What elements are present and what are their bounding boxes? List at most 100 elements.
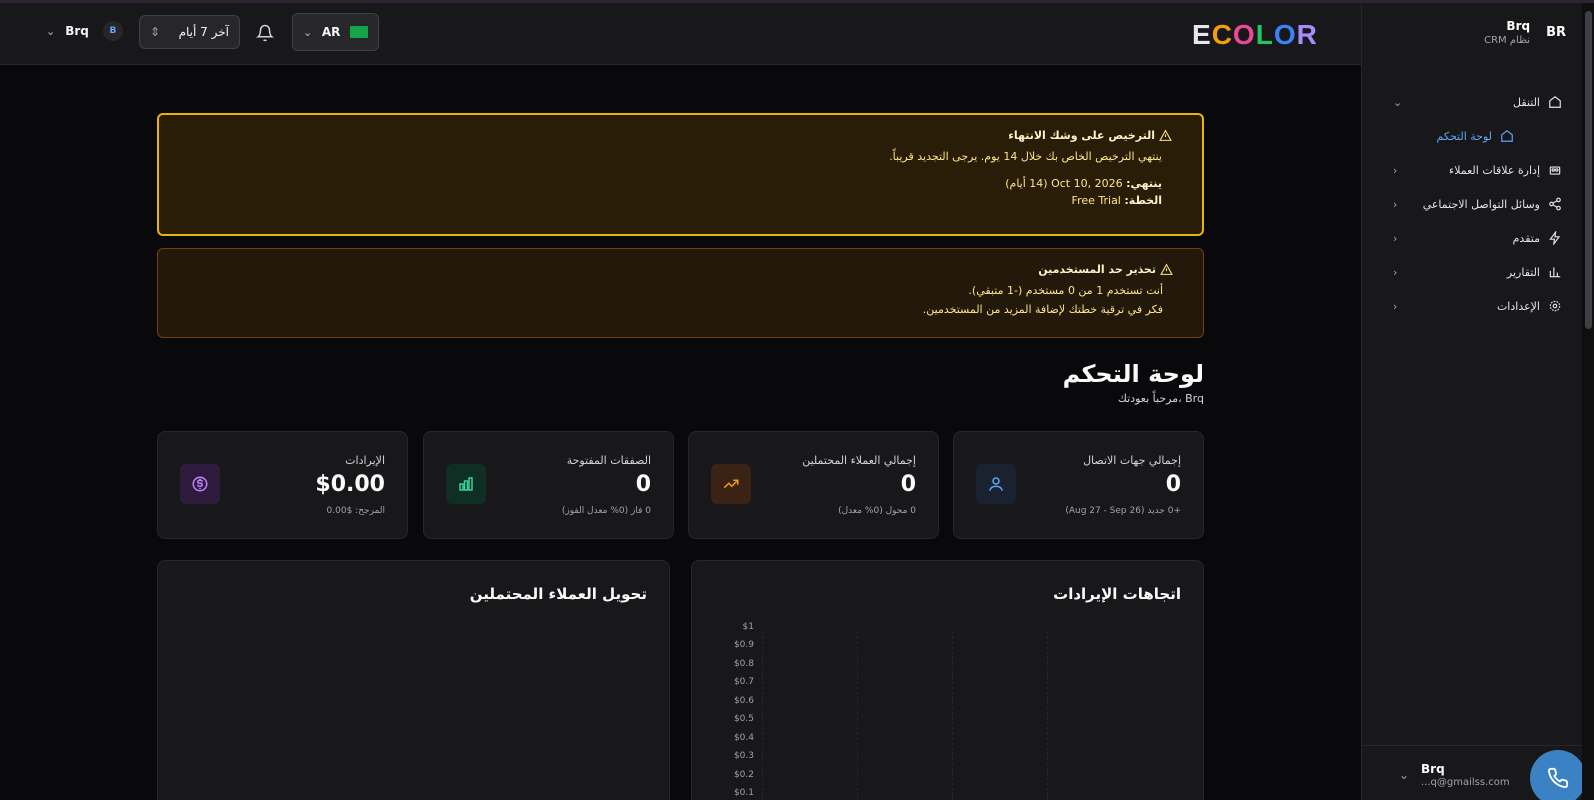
alert-title: الترخيص على وشك الانتهاء	[1008, 129, 1155, 142]
saudi-flag-icon	[350, 26, 368, 38]
page-scrollbar[interactable]	[1582, 3, 1594, 800]
stat-label: إجمالي جهات الاتصال	[1083, 454, 1181, 467]
stat-note: 0 محول (0% معدل)	[838, 506, 916, 516]
user-icon	[989, 477, 1003, 491]
bar-chart-icon	[459, 477, 473, 491]
sidebar-item-label: إدارة علاقات العملاء	[1449, 163, 1540, 177]
home-icon	[1501, 130, 1513, 142]
user-limit-alert: تحذير حد المستخدمين أنت تستخدم 1 من 0 مس…	[157, 248, 1204, 338]
plan-label: الخطة:	[1124, 194, 1162, 207]
dollar-icon	[192, 476, 208, 492]
alert-message: ينتهي الترخيص الخاص بك خلال 14 يوم. يرجى…	[889, 150, 1162, 163]
alert-message-2: فكر في ترقية خطتك لإضافة المزيد من المست…	[922, 303, 1163, 316]
stat-note: +0 جديد (Aug 27 - Sep 26)	[1065, 506, 1181, 516]
sidebar-brand[interactable]: BR Brq نظام CRM	[1484, 19, 1566, 46]
stat-icon-box	[180, 464, 220, 504]
stat-note: المرجح: $0.00	[326, 506, 385, 516]
brand-name: Brq	[1506, 19, 1531, 33]
grid-line	[1047, 631, 1048, 800]
phone-call-button[interactable]	[1530, 750, 1586, 800]
user-badge: B	[102, 21, 123, 41]
user-menu-button[interactable]: ⌄ Brq B	[46, 21, 123, 41]
stat-label: إجمالي العملاء المحتملين	[802, 454, 916, 467]
panel-title: تحويل العملاء المحتملين	[469, 585, 647, 603]
plan-value: Free Trial	[1071, 194, 1121, 207]
stat-note: 0 فاز (0% معدل الفوز)	[561, 506, 651, 516]
sidebar-item-crm[interactable]: إدارة علاقات العملاء ‹	[1361, 153, 1594, 187]
alert-title: تحذير حد المستخدمين	[1038, 263, 1156, 276]
page-header: لوحة التحكم مرحباً بعودتك، Brq	[1063, 360, 1204, 405]
sidebar-item-label: الإعدادات	[1496, 299, 1540, 313]
stat-icon-box	[976, 464, 1016, 504]
sidebar-item-dashboard[interactable]: لوحة التحكم	[1361, 119, 1594, 153]
language-select[interactable]: ⌄ AR	[292, 13, 379, 51]
sidebar-item-advanced[interactable]: متقدم ‹	[1361, 221, 1594, 255]
stat-card-deals[interactable]: الصفقات المفتوحة 0 0 فاز (0% معدل الفوز)	[423, 431, 674, 539]
revenue-trends-panel: اتجاهات الإيرادات $1 $0.9 $0.8 $0.7 $0.6…	[691, 560, 1204, 800]
chevron-left-icon: ‹	[1393, 265, 1398, 279]
stat-icon-box	[711, 464, 751, 504]
sidebar-item-settings[interactable]: الإعدادات ‹	[1361, 289, 1594, 323]
chevron-down-icon[interactable]: ⌄	[1399, 768, 1409, 782]
chevron-left-icon: ‹	[1393, 163, 1398, 177]
stat-value: $0.00	[315, 472, 385, 497]
stat-card-contacts[interactable]: إجمالي جهات الاتصال 0 +0 جديد (Aug 27 - …	[953, 431, 1204, 539]
chevron-down-icon: ⌄	[1393, 95, 1403, 109]
sidebar-item-reports[interactable]: التقارير ‹	[1361, 255, 1594, 289]
period-select[interactable]: ⇕ آخر 7 أيام	[139, 15, 240, 49]
sidebar-nav: التنقل ⌄ لوحة التحكم إدارة علاقات العملا…	[1361, 85, 1594, 323]
chevron-down-icon: ⌄	[303, 25, 313, 39]
gear-icon	[1549, 300, 1561, 312]
user-name: Brq	[65, 24, 89, 38]
chevron-left-icon: ‹	[1393, 299, 1398, 313]
sidebar-item-label: وسائل التواصل الاجتماعي	[1422, 197, 1540, 211]
stat-card-revenue[interactable]: الإيرادات $0.00 المرجح: $0.00	[157, 431, 408, 539]
y-tick-label: $0.3	[733, 751, 754, 761]
bolt-icon	[1549, 231, 1561, 245]
share-icon	[1549, 197, 1561, 211]
chevron-left-icon: ‹	[1393, 197, 1398, 211]
sort-updown-icon: ⇕	[150, 25, 161, 39]
y-tick-label: $1	[742, 622, 754, 632]
users-icon	[1549, 166, 1561, 175]
ecolor-logo[interactable]: ECOLOR	[1192, 19, 1318, 51]
sidebar-item-label: لوحة التحكم	[1436, 129, 1492, 143]
footer-user[interactable]: Brq ...q@gmailss.com	[1421, 762, 1510, 788]
footer-user-email: ...q@gmailss.com	[1421, 777, 1510, 788]
sidebar-item-label: التنقل	[1513, 95, 1540, 109]
y-tick-label: $0.2	[733, 770, 754, 780]
y-tick-label: $0.8	[733, 659, 754, 669]
grid-line	[952, 631, 953, 800]
footer-user-name: Brq	[1421, 762, 1445, 776]
page-title: لوحة التحكم	[1062, 360, 1204, 388]
bell-icon[interactable]	[256, 24, 274, 42]
stat-card-leads[interactable]: إجمالي العملاء المحتملين 0 0 محول (0% مع…	[688, 431, 939, 539]
avatar: BR	[1546, 25, 1566, 40]
top-header: ⌄ Brq B ⇕ آخر 7 أيام ⌄ AR ECOLOR	[0, 3, 1361, 65]
panel-title: اتجاهات الإيرادات	[1053, 585, 1181, 603]
sidebar-item-social[interactable]: وسائل التواصل الاجتماعي ‹	[1361, 187, 1594, 221]
y-tick-label: $0.6	[733, 696, 754, 706]
y-tick-label: $0.9	[733, 640, 754, 650]
language-code: AR	[321, 25, 341, 39]
sidebar-item-navigation[interactable]: التنقل ⌄	[1361, 85, 1594, 119]
license-expiry: ينتهي: Oct 10, 2026 (14 أيام)	[159, 177, 1172, 190]
y-tick-label: $0.7	[733, 677, 754, 687]
y-tick-label: $0.5	[733, 714, 754, 724]
brand-subtitle: نظام CRM	[1484, 35, 1531, 46]
chevron-left-icon: ‹	[1393, 231, 1398, 245]
leads-conversion-panel: تحويل العملاء المحتملين	[157, 560, 670, 800]
stat-value: 0	[635, 472, 651, 497]
warning-icon	[1160, 263, 1173, 275]
page-subtitle: مرحباً بعودتك، Brq	[1117, 392, 1204, 405]
sidebar-item-label: التقارير	[1506, 265, 1540, 279]
grid-line	[857, 631, 858, 800]
home-icon	[1549, 96, 1561, 108]
stat-value: 0	[900, 472, 916, 497]
chart-icon	[1549, 267, 1561, 278]
scrollbar-thumb[interactable]	[1585, 11, 1592, 329]
period-label: آخر 7 أيام	[178, 25, 229, 39]
alert-message: أنت تستخدم 1 من 0 مستخدم (-1 متبقي).	[968, 284, 1163, 297]
stats-row: إجمالي جهات الاتصال 0 +0 جديد (Aug 27 - …	[157, 431, 1204, 539]
phone-icon	[1548, 767, 1569, 788]
